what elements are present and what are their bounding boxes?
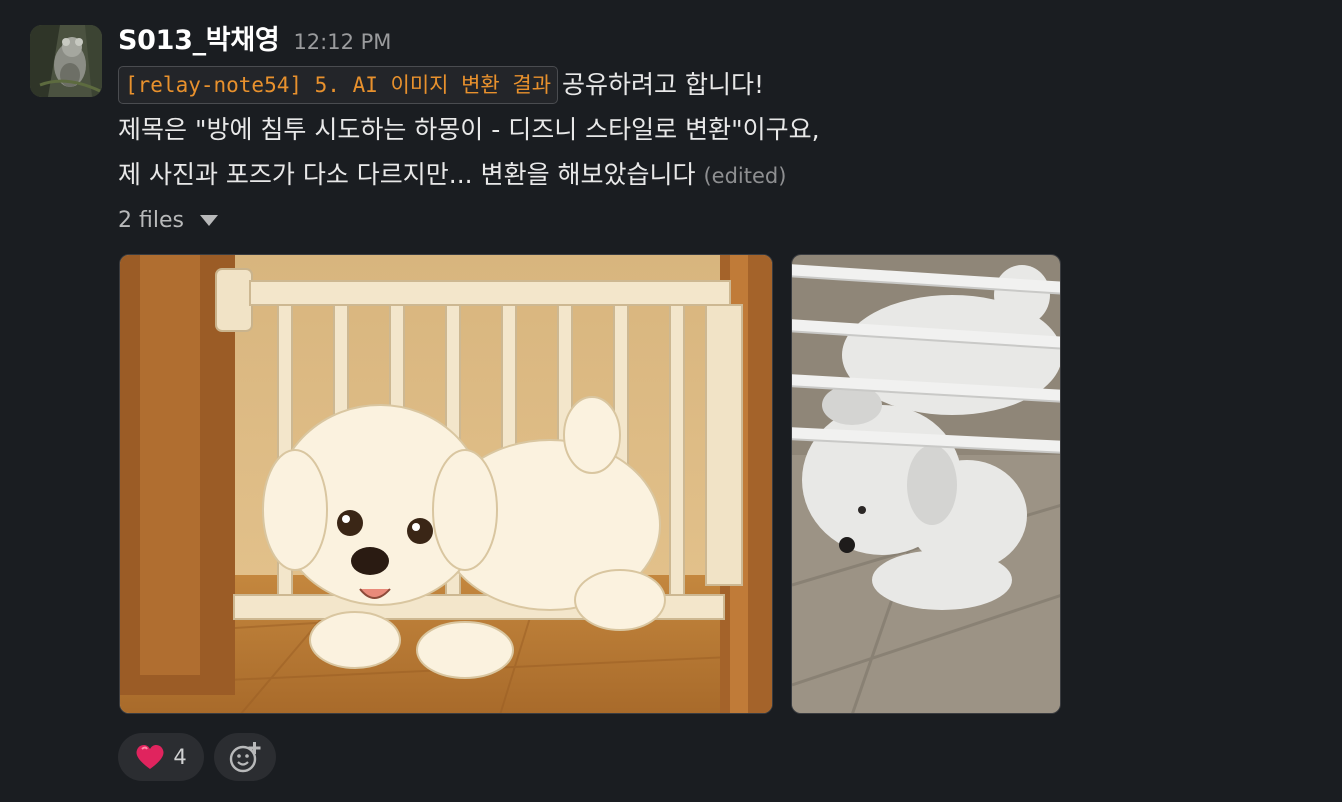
- message-body: S013_박채영 12:12 PM [relay-note54] 5. AI 이…: [118, 18, 1318, 199]
- add-reaction-icon: [229, 742, 261, 773]
- avatar[interactable]: [30, 25, 102, 97]
- file-image-cartoon[interactable]: [119, 254, 773, 714]
- cartoon-puppy-image: [120, 255, 772, 713]
- message-line-2: 제목은 "방에 침투 시도하는 하몽이 - 디즈니 스타일로 변환"이구요,: [118, 115, 820, 144]
- chevron-down-icon: [199, 215, 218, 226]
- files-count-label: 2 files: [118, 208, 184, 233]
- timestamp[interactable]: 12:12 PM: [293, 30, 391, 54]
- inline-code: [relay-note54] 5. AI 이미지 변환 결과: [118, 66, 559, 104]
- heart-icon: [136, 744, 164, 769]
- message-text-3: 제 사진과 포즈가 다소 다르지만... 변환을 해보았습니다: [118, 160, 696, 189]
- photo-puppy-image: [792, 255, 1060, 713]
- message-text-1: 공유하려고 합니다!: [562, 70, 765, 99]
- message-header: S013_박채영 12:12 PM: [118, 18, 1318, 62]
- reaction-heart[interactable]: 4: [118, 733, 204, 781]
- username[interactable]: S013_박채영: [118, 18, 280, 57]
- message-line-1: [relay-note54] 5. AI 이미지 변환 결과 공유하려고 합니다!: [118, 62, 1318, 107]
- avatar-image: [30, 25, 102, 97]
- edited-label: (edited): [703, 164, 787, 188]
- reactions-bar: 4: [118, 733, 276, 781]
- reaction-count: 4: [173, 745, 187, 769]
- message-line-3: 제 사진과 포즈가 다소 다르지만... 변환을 해보았습니다 (edited): [118, 152, 1318, 199]
- file-image-photo[interactable]: [791, 254, 1061, 714]
- files-toggle[interactable]: 2 files: [118, 208, 218, 233]
- add-reaction-button[interactable]: [214, 733, 276, 781]
